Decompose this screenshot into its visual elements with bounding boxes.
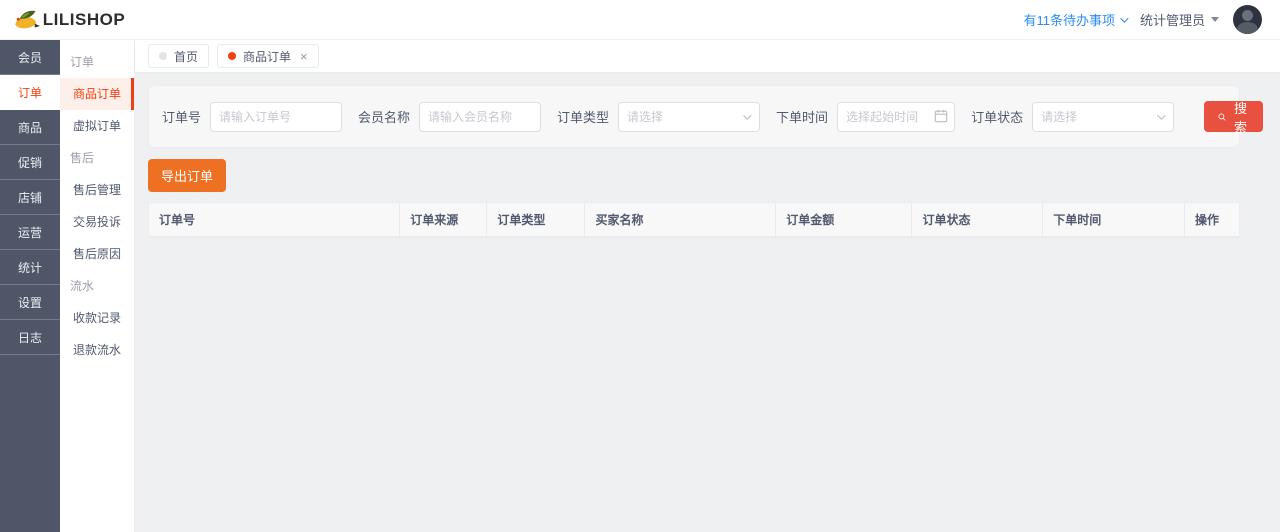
- column-header: 操作: [1184, 203, 1239, 237]
- bird-logo-icon: [15, 10, 40, 28]
- orders-table-card: 订单号 订单来源 订单类型 买家名称 订单金额 订单状态 下单时间 操作: [148, 202, 1240, 238]
- export-orders-button[interactable]: 导出订单: [148, 159, 227, 192]
- sidebar-item-会员[interactable]: 会员: [0, 40, 60, 75]
- tab-active-dot-icon: [228, 52, 237, 60]
- submenu-section-订单[interactable]: 订单: [60, 46, 134, 78]
- sidebar-item-订单[interactable]: 订单: [0, 75, 60, 110]
- filter-order-status: 订单状态 请选择: [971, 101, 1175, 132]
- main-area: 首页 商品订单 × 订单号 会员名称 订单类型 请选择: [135, 40, 1280, 532]
- sidebar-item-设置[interactable]: 设置: [0, 285, 60, 320]
- avatar[interactable]: [1233, 5, 1262, 34]
- order-type-select[interactable]: 请选择: [618, 101, 761, 132]
- column-header: 买家名称: [584, 203, 777, 237]
- chevron-down-icon: [1120, 13, 1129, 23]
- tab-product-orders[interactable]: 商品订单 ×: [217, 44, 319, 68]
- header-actions: 有11条待办事项 统计管理员: [1023, 5, 1280, 34]
- column-header: 订单来源: [399, 203, 488, 237]
- submenu-section-售后[interactable]: 售后: [60, 142, 134, 174]
- column-header: 下单时间: [1042, 203, 1185, 237]
- field-label: 订单类型: [557, 110, 610, 125]
- submenu-item-售后原因[interactable]: 售后原因: [60, 238, 134, 270]
- user-name: 统计管理员: [1139, 13, 1205, 28]
- submenu-item-收款记录[interactable]: 收款记录: [60, 302, 134, 334]
- tab-label: 首页: [174, 49, 199, 64]
- sidebar-item-店铺[interactable]: 店铺: [0, 180, 60, 215]
- field-label: 下单时间: [776, 110, 829, 125]
- calendar-icon: [934, 109, 948, 122]
- submenu-item-退款流水[interactable]: 退款流水: [60, 334, 134, 366]
- filter-order-no: 订单号: [162, 101, 343, 132]
- field-label: 订单状态: [971, 110, 1024, 125]
- submenu-item-交易投诉[interactable]: 交易投诉: [60, 206, 134, 238]
- order-status-select[interactable]: 请选择: [1032, 101, 1175, 132]
- secondary-sidebar: 订单 商品订单 虚拟订单 售后 售后管理 交易投诉 售后原因 流水 收款记录 退款流水: [60, 40, 135, 532]
- submenu-item-虚拟订单[interactable]: 虚拟订单: [60, 110, 134, 142]
- member-name-input[interactable]: [419, 101, 542, 132]
- search-label: 搜索: [1234, 100, 1248, 135]
- filter-order-time: 下单时间: [776, 101, 956, 132]
- field-label: 会员名称: [358, 110, 411, 125]
- date-picker[interactable]: [837, 101, 956, 132]
- primary-sidebar: 会员 订单 商品 促销 店铺 运营 统计 设置 日志: [0, 40, 60, 532]
- column-header: 订单状态: [911, 203, 1044, 237]
- tab-label: 商品订单: [243, 49, 292, 64]
- column-header: 订单金额: [775, 203, 913, 237]
- sidebar-item-商品[interactable]: 商品: [0, 110, 60, 145]
- search-button[interactable]: 搜索: [1204, 101, 1264, 135]
- submenu-item-售后管理[interactable]: 售后管理: [60, 174, 134, 206]
- column-header: 订单类型: [486, 203, 586, 237]
- filter-member-name: 会员名称: [358, 101, 542, 132]
- tab-home[interactable]: 首页: [148, 44, 210, 68]
- submenu-section-流水[interactable]: 流水: [60, 270, 134, 302]
- field-label: 订单号: [162, 110, 202, 125]
- tab-bar: 首页 商品订单 ×: [135, 40, 1280, 72]
- brand-name: LILISHOP: [42, 9, 126, 29]
- chevron-down-icon: [743, 110, 752, 120]
- order-no-input[interactable]: [210, 101, 343, 132]
- user-menu[interactable]: 统计管理员: [1140, 10, 1219, 29]
- caret-down-icon: [1211, 17, 1219, 22]
- page-content: 订单号 会员名称 订单类型 请选择 下单时间: [135, 72, 1280, 238]
- select-placeholder: 请选择: [627, 110, 664, 124]
- orders-table: 订单号 订单来源 订单类型 买家名称 订单金额 订单状态 下单时间 操作: [149, 203, 1239, 237]
- top-header: LILISHOP 有11条待办事项 统计管理员: [0, 0, 1280, 40]
- sidebar-item-运营[interactable]: 运营: [0, 215, 60, 250]
- sidebar-item-促销[interactable]: 促销: [0, 145, 60, 180]
- chevron-down-icon: [1157, 110, 1166, 120]
- sidebar-item-统计[interactable]: 统计: [0, 250, 60, 285]
- table-header-row: 订单号 订单来源 订单类型 买家名称 订单金额 订单状态 下单时间 操作: [149, 203, 1239, 237]
- tab-dot-icon: [159, 52, 167, 60]
- brand-logo: LILISHOP: [0, 0, 135, 40]
- sidebar-item-日志[interactable]: 日志: [0, 320, 60, 355]
- column-header: 订单号: [149, 203, 401, 237]
- filter-order-type: 订单类型 请选择: [557, 101, 761, 132]
- todo-dropdown[interactable]: 有11条待办事项: [1023, 10, 1129, 29]
- submenu-item-商品订单[interactable]: 商品订单: [60, 78, 134, 110]
- close-icon[interactable]: ×: [300, 49, 308, 64]
- select-placeholder: 请选择: [1041, 110, 1078, 124]
- search-icon: [1218, 113, 1226, 121]
- todo-label: 有11条待办事项: [1023, 13, 1115, 28]
- filter-bar: 订单号 会员名称 订单类型 请选择 下单时间: [148, 85, 1264, 148]
